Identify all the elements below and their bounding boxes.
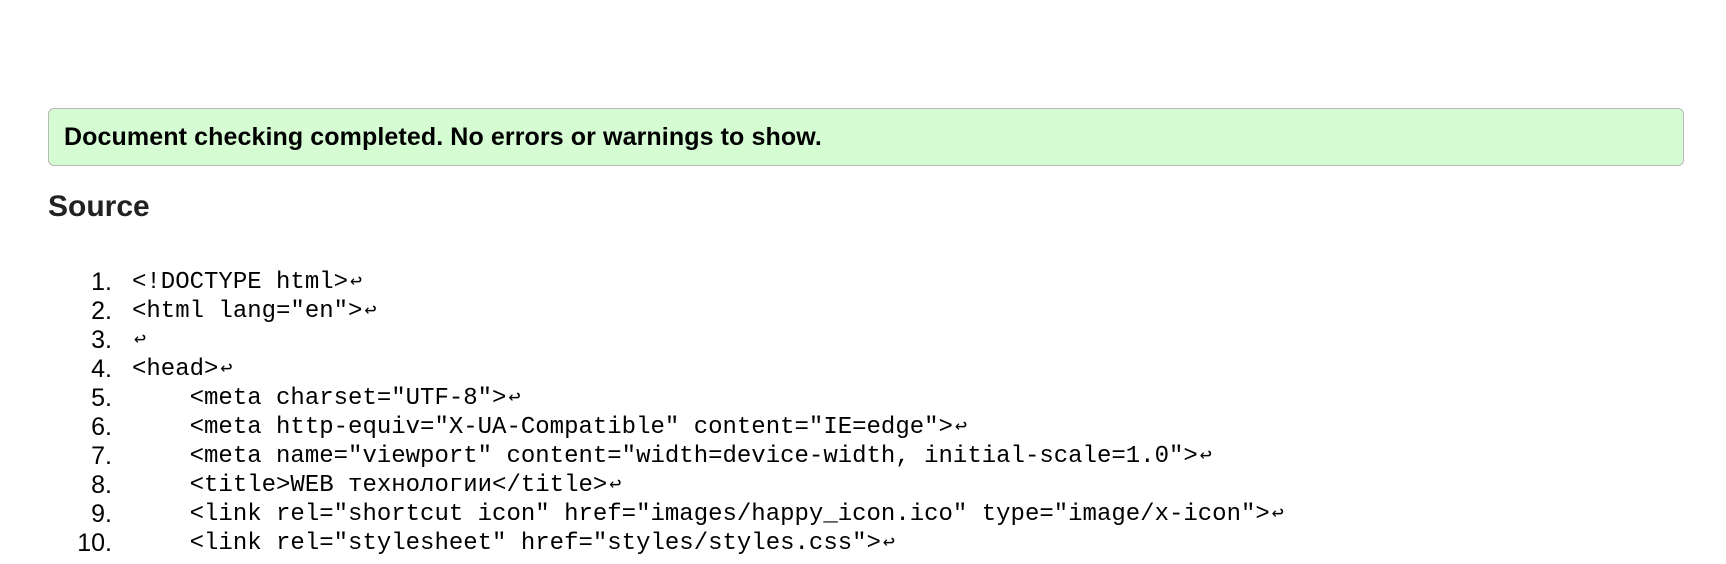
status-message: Document checking completed. No errors o… [64,122,822,151]
line-break-icon: ↩ [134,329,147,352]
line-number: 10. [77,529,112,557]
line-code: <link rel="stylesheet" href="styles/styl… [132,530,881,557]
source-heading: Source [48,190,150,223]
source-line: 7. <meta name="viewport" content="width=… [48,442,1284,471]
line-code: <html lang="en"> [132,298,363,325]
source-line: 1. <!DOCTYPE html> ↩ [48,268,1284,297]
status-message-box: Document checking completed. No errors o… [48,108,1684,166]
line-number: 8. [91,471,112,499]
line-code: <head> [132,356,219,383]
source-line: 8. <title>WEB технологии</title> ↩ [48,471,1284,500]
line-break-icon: ↩ [350,271,363,294]
line-number: 4. [91,355,112,383]
source-line: 3. ↩ [48,326,1284,355]
line-code: <meta http-equiv="X-UA-Compatible" conte… [132,414,953,441]
line-break-icon: ↩ [1199,445,1212,468]
line-break-icon: ↩ [954,416,967,439]
line-code: <link rel="shortcut icon" href="images/h… [132,501,1270,528]
source-line: 6. <meta http-equiv="X-UA-Compatible" co… [48,413,1284,442]
line-number: 5. [91,384,112,412]
line-code: <meta name="viewport" content="width=dev… [132,443,1198,470]
line-number: 3. [91,326,112,354]
line-code: <meta charset="UTF-8"> [132,385,507,412]
line-break-icon: ↩ [508,387,521,410]
line-break-icon: ↩ [1271,503,1284,526]
line-number: 1. [91,268,112,296]
source-line: 2. <html lang="en"> ↩ [48,297,1284,326]
line-code: <!DOCTYPE html> [132,269,349,296]
line-number: 2. [91,297,112,325]
source-line: 4. <head> ↩ [48,355,1284,384]
line-number: 7. [91,442,112,470]
line-break-icon: ↩ [882,532,895,555]
line-break-icon: ↩ [364,300,377,323]
line-break-icon: ↩ [220,358,233,381]
line-code: <title>WEB технологии</title> [132,472,608,499]
source-line: 10. <link rel="stylesheet" href="styles/… [48,529,1284,558]
source-line: 9. <link rel="shortcut icon" href="image… [48,500,1284,529]
line-number: 9. [91,500,112,528]
line-break-icon: ↩ [609,474,622,497]
source-line: 5. <meta charset="UTF-8"> ↩ [48,384,1284,413]
line-number: 6. [91,413,112,441]
source-code-list: 1. <!DOCTYPE html> ↩ 2. <html lang="en">… [48,268,1284,558]
